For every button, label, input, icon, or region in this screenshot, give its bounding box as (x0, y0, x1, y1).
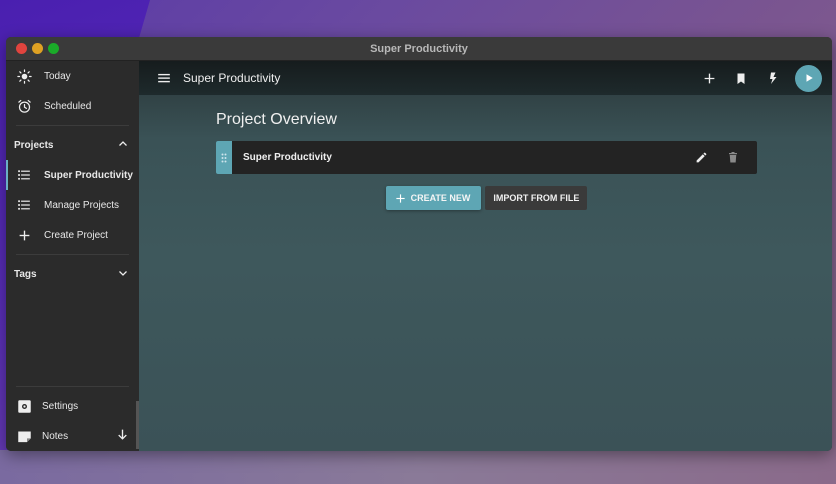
desktop-background-bottom (0, 450, 836, 484)
bolt-icon (770, 72, 777, 84)
window-title: Super Productivity (370, 42, 468, 55)
notes-item-content: Notes (16, 428, 68, 444)
menu-icon[interactable] (157, 71, 171, 85)
sidebar-divider (16, 254, 129, 255)
bookmark-button[interactable] (725, 64, 757, 92)
sidebar-item-manage-projects[interactable]: Manage Projects (6, 190, 139, 220)
note-icon (16, 428, 32, 444)
top-toolbar: Super Productivity (139, 61, 832, 95)
sidebar: Today Scheduled Projects Super Productiv… (6, 61, 139, 451)
play-icon (806, 74, 813, 82)
app-window: Super Productivity Today Scheduled Proje… (6, 37, 832, 451)
sidebar-divider (16, 125, 129, 126)
sidebar-item-today[interactable]: Today (6, 61, 139, 91)
minimize-window-button[interactable] (32, 43, 43, 54)
create-new-label: CREATE NEW (410, 193, 471, 203)
tags-section-header[interactable]: Tags (6, 259, 139, 289)
pencil-icon (696, 152, 706, 163)
sidebar-item-scheduled[interactable]: Scheduled (6, 91, 139, 121)
sidebar-item-notes[interactable]: Notes (6, 421, 139, 451)
sidebar-item-create-project[interactable]: Create Project (6, 220, 139, 250)
list-icon (16, 167, 32, 183)
drag-dots-icon (221, 153, 227, 162)
toolbar-title: Super Productivity (183, 71, 281, 85)
delete-project-button[interactable] (717, 144, 749, 172)
window-controls (16, 43, 59, 54)
alarm-icon (16, 98, 32, 114)
sidebar-divider (16, 386, 129, 387)
gear-icon (16, 398, 32, 414)
project-actions: CREATE NEW IMPORT FROM FILE (216, 186, 757, 210)
close-window-button[interactable] (16, 43, 27, 54)
chevron-down-icon (117, 267, 129, 282)
arrow-down-icon[interactable] (116, 428, 129, 444)
add-task-button[interactable] (693, 64, 725, 92)
chevron-up-icon (117, 138, 129, 153)
trash-icon (729, 152, 737, 163)
bookmark-icon (737, 73, 745, 84)
tags-header-label: Tags (14, 268, 37, 280)
sidebar-item-label: Notes (42, 430, 69, 442)
project-name: Super Productivity (243, 152, 332, 163)
import-from-file-button[interactable]: IMPORT FROM FILE (485, 186, 588, 210)
create-new-button[interactable]: CREATE NEW (385, 186, 482, 210)
drag-handle[interactable] (216, 141, 232, 174)
sidebar-item-label: Today (44, 70, 71, 82)
edit-project-button[interactable] (685, 144, 717, 172)
play-button[interactable] (795, 64, 822, 92)
sidebar-item-label: Settings (42, 400, 79, 412)
sun-icon (16, 68, 32, 84)
plus-icon (704, 73, 714, 83)
page-title: Project Overview (216, 111, 337, 128)
project-card[interactable]: Super Productivity (216, 141, 757, 174)
sidebar-item-label: Scheduled (44, 100, 92, 112)
checklist-icon (16, 197, 32, 213)
sidebar-footer: Settings Notes (6, 382, 139, 451)
import-label: IMPORT FROM FILE (493, 193, 580, 203)
sidebar-item-label: Super Productivity (44, 169, 133, 181)
main-area: Super Productivity Project Overview Supe… (139, 61, 832, 451)
sidebar-item-settings[interactable]: Settings (6, 391, 139, 421)
project-overview: Project Overview Super Productivity CREA… (216, 111, 757, 210)
window-titlebar: Super Productivity (6, 37, 832, 61)
sidebar-item-super-productivity[interactable]: Super Productivity (6, 160, 139, 190)
plus-icon (16, 227, 32, 243)
plus-icon (395, 193, 405, 203)
sidebar-item-label: Create Project (44, 229, 108, 241)
flash-button[interactable] (757, 64, 789, 92)
projects-section-header[interactable]: Projects (6, 130, 139, 160)
projects-header-label: Projects (14, 139, 54, 151)
maximize-window-button[interactable] (48, 43, 59, 54)
sidebar-item-label: Manage Projects (44, 199, 120, 211)
